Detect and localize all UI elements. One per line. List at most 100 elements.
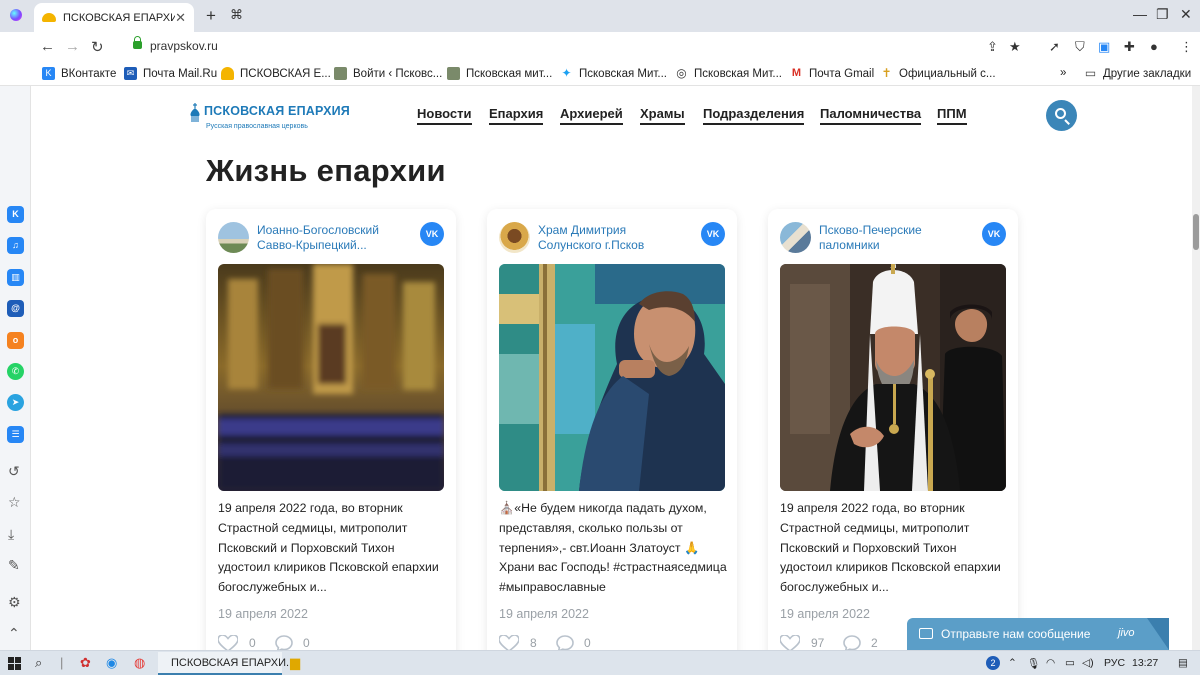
bookmark-item[interactable]: ✝ Официальный с... — [880, 67, 995, 80]
microphone-icon[interactable]: 🎙 — [1027, 657, 1040, 670]
bookmark-item[interactable]: M Почта Gmail — [790, 67, 874, 80]
other-bookmarks[interactable]: ▭ Другие закладки — [1084, 67, 1191, 80]
volume-icon[interactable]: ◁) — [1082, 657, 1094, 669]
incognito-icon[interactable]: ⌘ — [230, 7, 243, 23]
chrome-icon[interactable]: ◍ — [134, 655, 145, 671]
bookmarks-more[interactable]: » — [1060, 67, 1066, 79]
scrollbar-thumb[interactable] — [1193, 214, 1199, 250]
bookmark-item[interactable]: K ВКонтакте — [42, 67, 116, 80]
nav-news[interactable]: Новости — [417, 106, 472, 125]
post-image[interactable] — [780, 264, 1006, 491]
bookmark-item[interactable]: Войти ‹ Псковс... — [334, 67, 442, 80]
likes-count: 8 — [530, 636, 537, 650]
nav-bishop[interactable]: Архиерей — [560, 106, 623, 125]
minimize-icon[interactable]: — — [1133, 6, 1147, 22]
site-logo[interactable]: ПСКОВСКАЯ ЕПАРХИЯ Русская православная ц… — [188, 98, 350, 138]
profile-avatar[interactable]: ● — [1150, 39, 1158, 54]
avatar[interactable] — [218, 222, 249, 253]
battery-icon[interactable]: ▭ — [1065, 657, 1075, 669]
taskbar-browser-task[interactable]: ПСКОВСКАЯ ЕПАРХИ... — [158, 652, 295, 675]
windows-start-icon[interactable] — [8, 657, 21, 670]
action-center-icon[interactable]: ▤ — [1178, 657, 1188, 669]
whatsapp-icon[interactable]: ✆ — [7, 363, 24, 380]
close-tab-icon[interactable]: ✕ — [175, 10, 186, 26]
app-icon[interactable]: ✿ — [80, 655, 91, 671]
bookmark-item[interactable]: ◎ Псковская Мит... — [675, 67, 782, 80]
shield-icon[interactable]: ⛉ — [1075, 39, 1085, 55]
telegram-icon[interactable]: ➤ — [7, 394, 24, 411]
pen-icon[interactable]: ✎ — [8, 557, 20, 574]
browser-menu-icon[interactable] — [10, 9, 22, 21]
history-icon[interactable]: ↺ — [8, 463, 20, 480]
bookmark-item[interactable]: ✦ Псковская Мит... — [560, 67, 667, 80]
page-scrollbar[interactable] — [1192, 86, 1200, 650]
language-indicator[interactable]: РУС — [1104, 657, 1125, 669]
nav-temples[interactable]: Храмы — [640, 106, 685, 125]
heart-icon[interactable] — [218, 635, 238, 650]
post-image[interactable] — [499, 264, 725, 491]
music-icon[interactable]: ♫ — [7, 237, 24, 254]
tray-up-icon[interactable]: ⌃ — [1008, 657, 1017, 669]
post-card[interactable]: Псково-Печерские паломники VK 19 апреля … — [768, 209, 1018, 650]
vk-icon[interactable]: K — [7, 206, 24, 223]
bookmark-item[interactable]: Псковская мит... — [447, 67, 552, 80]
notification-badge[interactable]: 2 — [986, 656, 1000, 670]
nav-eparchy[interactable]: Епархия — [489, 106, 544, 125]
post-card[interactable]: Храм Димитрия Солунского г.Псков VK ⛪«Не… — [487, 209, 737, 650]
url-field[interactable]: pravpskov.ru — [150, 39, 218, 53]
chat-widget[interactable]: Отправьте нам сообщение jivo — [907, 618, 1169, 650]
comment-icon[interactable] — [275, 635, 293, 650]
download-icon[interactable]: ⤓ — [8, 526, 14, 543]
browser-tab[interactable]: ПСКОВСКАЯ ЕПАРХИЯ ✕ — [34, 3, 194, 32]
new-tab-icon[interactable]: + — [206, 6, 216, 26]
post-text: ⛪«Не будем никогда падать духом, предста… — [499, 501, 727, 595]
rocket-icon[interactable]: ➚ — [1049, 39, 1060, 55]
vk-icon[interactable]: VK — [420, 222, 444, 246]
heart-icon[interactable] — [499, 635, 519, 650]
close-window-icon[interactable]: ✕ — [1180, 6, 1192, 23]
post-source[interactable]: Псково-Печерские паломники — [819, 223, 969, 253]
collapse-icon[interactable]: ⌃ — [8, 625, 20, 642]
post-source[interactable]: Храм Димитрия Солунского г.Псков — [538, 223, 688, 253]
heart-icon[interactable] — [780, 635, 800, 650]
reload-icon[interactable]: ↻ — [91, 38, 104, 56]
post-date: 19 апреля 2022 — [218, 607, 308, 621]
vk-icon[interactable]: VK — [982, 222, 1006, 246]
post-source[interactable]: Иоанно-Богословский Савво-Крыпецкий... — [257, 223, 407, 253]
clock[interactable]: 13:27 — [1132, 657, 1158, 669]
bookmark-item[interactable]: ПСКОВСКАЯ Е... — [221, 67, 331, 80]
vk-icon[interactable]: VK — [701, 222, 725, 246]
site-icon — [334, 67, 347, 80]
extensions-icon[interactable]: ✚ — [1124, 39, 1135, 55]
share-icon[interactable]: ⇪ — [987, 39, 998, 55]
restore-icon[interactable]: ❐ — [1156, 6, 1169, 23]
nav-divisions[interactable]: Подразделения — [703, 106, 805, 125]
bookmark-item[interactable]: ✉ Почта Mail.Ru — [124, 67, 217, 80]
settings-icon[interactable]: ⚙ — [8, 594, 21, 611]
comment-icon[interactable] — [556, 635, 574, 650]
mail-at-icon[interactable]: @ — [7, 300, 24, 317]
edge-icon[interactable]: ◉ — [106, 655, 117, 671]
star-icon[interactable]: ☆ — [8, 494, 21, 511]
wifi-icon[interactable]: ◠ — [1046, 657, 1055, 669]
back-icon[interactable]: ← — [40, 38, 55, 55]
ok-icon[interactable]: о — [7, 332, 24, 349]
file-explorer-icon[interactable]: ▆ — [290, 655, 300, 671]
browser-tab-bar: ПСКОВСКАЯ ЕПАРХИЯ ✕ + ⌘ — ❐ ✕ — [0, 0, 1200, 32]
avatar[interactable] — [499, 222, 530, 253]
avatar[interactable] — [780, 222, 811, 253]
menu-dots-icon[interactable]: ⋮ — [1180, 39, 1193, 55]
list-icon[interactable]: ☰ — [7, 426, 24, 443]
search-button[interactable] — [1046, 100, 1077, 131]
bookmark-star-icon[interactable]: ★ — [1009, 39, 1021, 55]
stats-icon[interactable]: ▥ — [7, 269, 24, 286]
nav-ppm[interactable]: ППМ — [937, 106, 967, 125]
comment-icon[interactable] — [843, 635, 861, 650]
post-card[interactable]: Иоанно-Богословский Савво-Крыпецкий... V… — [206, 209, 456, 650]
forward-icon[interactable]: → — [65, 38, 80, 55]
post-date: 19 апреля 2022 — [780, 607, 870, 621]
translate-icon[interactable]: ▣ — [1098, 39, 1110, 55]
nav-pilgrimage[interactable]: Паломничества — [820, 106, 922, 125]
search-icon[interactable]: ⌕ — [35, 655, 42, 671]
post-image[interactable] — [218, 264, 444, 491]
